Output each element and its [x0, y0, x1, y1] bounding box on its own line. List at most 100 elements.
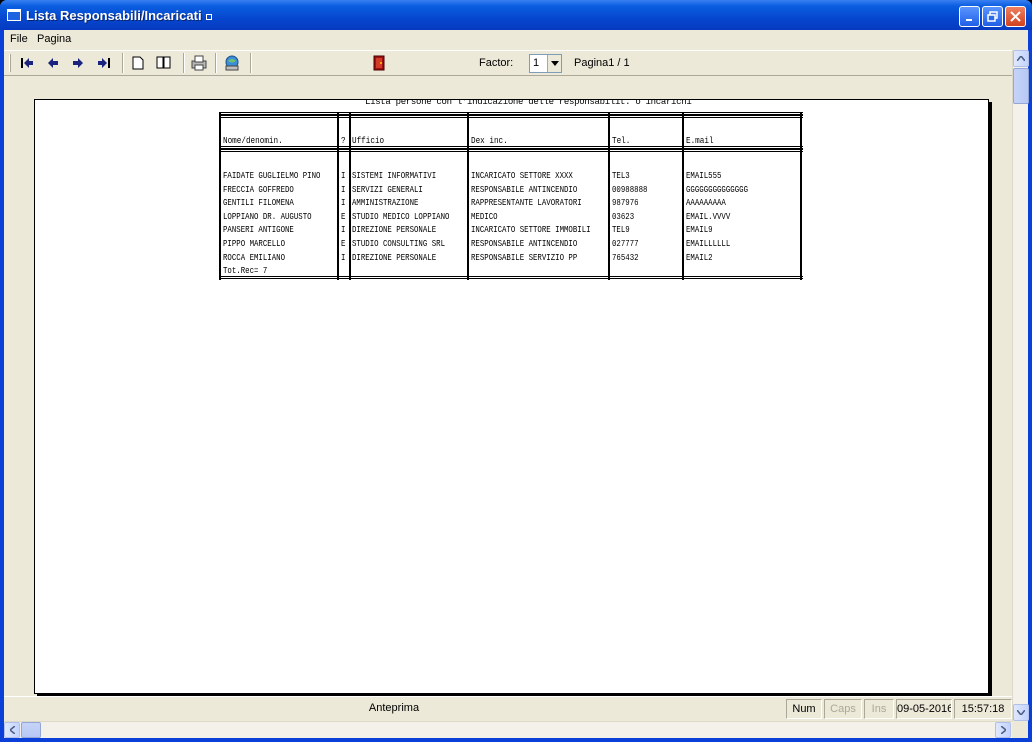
app-window: Lista Responsabili/Incaricati File Pagin…: [0, 0, 1032, 742]
prev-page-icon: [48, 58, 58, 68]
table-cell: STUDIO CONSULTING SRL: [352, 238, 446, 249]
report-page: Lista persone con l'indicazione delle re…: [34, 99, 989, 694]
factor-select[interactable]: 1: [529, 54, 562, 73]
table-cell: I: [341, 225, 346, 236]
table-cell: FRECCIA GOFFREDO: [223, 184, 294, 195]
factor-label: Factor:: [479, 57, 514, 69]
table-cell: RAPPRESENTANTE LAVORATORI: [471, 198, 582, 209]
table-cell: I: [341, 184, 346, 195]
header-email: E.mail: [686, 136, 714, 146]
next-page-icon: [73, 58, 83, 68]
table-cell: PIPPO MARCELLO: [223, 238, 286, 249]
chevron-down-icon: [1017, 710, 1025, 715]
table-cell: I: [341, 252, 346, 263]
restore-icon: [987, 11, 998, 22]
status-time: 15:57:18: [954, 699, 1012, 719]
table-cell: DIREZIONE PERSONALE: [352, 252, 437, 263]
two-page-icon: [156, 56, 171, 69]
title-bar[interactable]: Lista Responsabili/Incaricati: [0, 0, 1032, 30]
page-indicator: Pagina1 / 1: [574, 57, 630, 69]
header-office: Ufficio: [352, 136, 385, 146]
column-divider: [349, 112, 351, 280]
table-cell: GGGGGGGGGGGGGG: [686, 184, 749, 195]
single-page-icon: [132, 56, 144, 70]
horizontal-scrollbar[interactable]: [4, 721, 1012, 738]
next-page-button[interactable]: [68, 54, 88, 72]
column-divider: [337, 112, 339, 280]
client-area: File Pagina Factor: 1 Pagina1 / 1 Lista …: [4, 30, 1029, 738]
table-cell: TEL9: [612, 225, 630, 236]
table-cell: E: [341, 238, 346, 249]
menu-bar: File Pagina: [4, 30, 1028, 49]
toolbar-separator: [183, 53, 185, 73]
header-tel: Tel.: [612, 136, 631, 146]
minimize-icon: [965, 18, 972, 21]
minimize-button[interactable]: [959, 6, 980, 27]
scroll-up-button[interactable]: [1013, 50, 1029, 67]
exit-button[interactable]: [369, 54, 389, 72]
column-divider: [682, 112, 684, 280]
two-page-button[interactable]: [154, 54, 174, 72]
table-cell: STUDIO MEDICO LOPPIANO: [352, 211, 450, 222]
table-border: [800, 112, 802, 280]
column-office: SISTEMI INFORMATIVI SERVIZI GENERALI AMM…: [352, 170, 449, 265]
status-caps: Caps: [824, 699, 862, 719]
prev-page-button[interactable]: [43, 54, 63, 72]
table-cell: EMAILLLLLL: [686, 238, 731, 249]
table-cell: MEDICO: [471, 211, 498, 222]
horizontal-scroll-thumb[interactable]: [21, 722, 41, 738]
table-cell: AMMINISTRAZIONE: [352, 198, 419, 209]
toolbar-separator: [215, 53, 217, 73]
table-cell: 00988888: [612, 184, 648, 195]
column-tel: TEL3 00988888 987976 03623 TEL9 027777 7…: [612, 170, 647, 265]
scroll-left-button[interactable]: [4, 722, 20, 738]
table-cell: EMAIL.VVVV: [686, 211, 731, 222]
chevron-up-icon: [1017, 56, 1025, 61]
report-heading: Lista persone con l'indicazione delle re…: [365, 99, 692, 107]
table-cell: RESPONSABILE ANTINCENDIO: [471, 184, 578, 195]
dropdown-arrow-icon[interactable]: [547, 55, 561, 72]
restore-button[interactable]: [982, 6, 1003, 27]
export-button[interactable]: [222, 54, 242, 72]
table-rule: [221, 115, 803, 118]
table-cell: TEL3: [612, 171, 630, 181]
vertical-scroll-thumb[interactable]: [1013, 68, 1029, 104]
menu-file[interactable]: File: [10, 33, 28, 45]
table-cell: RESPONSABILE ANTINCENDIO: [471, 238, 578, 249]
first-page-button[interactable]: [17, 54, 37, 72]
table-cell: 765432: [612, 252, 639, 263]
last-page-button[interactable]: [94, 54, 114, 72]
table-cell: FAIDATE GUGLIELMO PINO: [223, 171, 321, 181]
print-button[interactable]: [189, 54, 209, 72]
column-name: FAIDATE GUGLIELMO PINO FRECCIA GOFFREDO …: [223, 170, 320, 279]
header-type: ?: [341, 136, 346, 146]
table-cell: INCARICATO SETTORE IMMOBILI: [471, 225, 591, 236]
column-email: EMAIL555 GGGGGGGGGGGGGG AAAAAAAAA EMAIL.…: [686, 170, 748, 265]
table-cell: SERVIZI GENERALI: [352, 184, 423, 195]
table-cell: RESPONSABILE SERVIZIO PP: [471, 252, 578, 263]
app-icon: [7, 9, 21, 21]
factor-value: 1: [533, 57, 540, 69]
table-rule: [221, 149, 803, 152]
chevron-right-icon: [1000, 726, 1006, 734]
close-icon: [1010, 11, 1021, 22]
menu-pagina[interactable]: Pagina: [37, 33, 71, 45]
header-desc: Dex inc.: [471, 136, 508, 146]
preview-area[interactable]: Lista persone con l'indicazione delle re…: [4, 77, 1012, 695]
print-icon: [191, 55, 207, 71]
scroll-down-button[interactable]: [1013, 704, 1029, 721]
chevron-left-icon: [9, 726, 15, 734]
table-cell: LOPPIANO DR. AUGUSTO: [223, 211, 312, 222]
column-divider: [467, 112, 469, 280]
single-page-button[interactable]: [128, 54, 148, 72]
table-cell: I: [341, 171, 346, 181]
toolbar-grip[interactable]: [9, 54, 11, 72]
table-cell: ROCCA EMILIANO: [223, 252, 286, 263]
vertical-scrollbar[interactable]: [1012, 50, 1029, 721]
column-type: I I I E I E I: [341, 170, 345, 265]
scroll-right-button[interactable]: [995, 722, 1011, 738]
close-button[interactable]: [1005, 6, 1026, 27]
window-title: Lista Responsabili/Incaricati: [26, 8, 212, 23]
table-cell: 03623: [612, 211, 635, 222]
toolbar-separator: [122, 53, 124, 73]
